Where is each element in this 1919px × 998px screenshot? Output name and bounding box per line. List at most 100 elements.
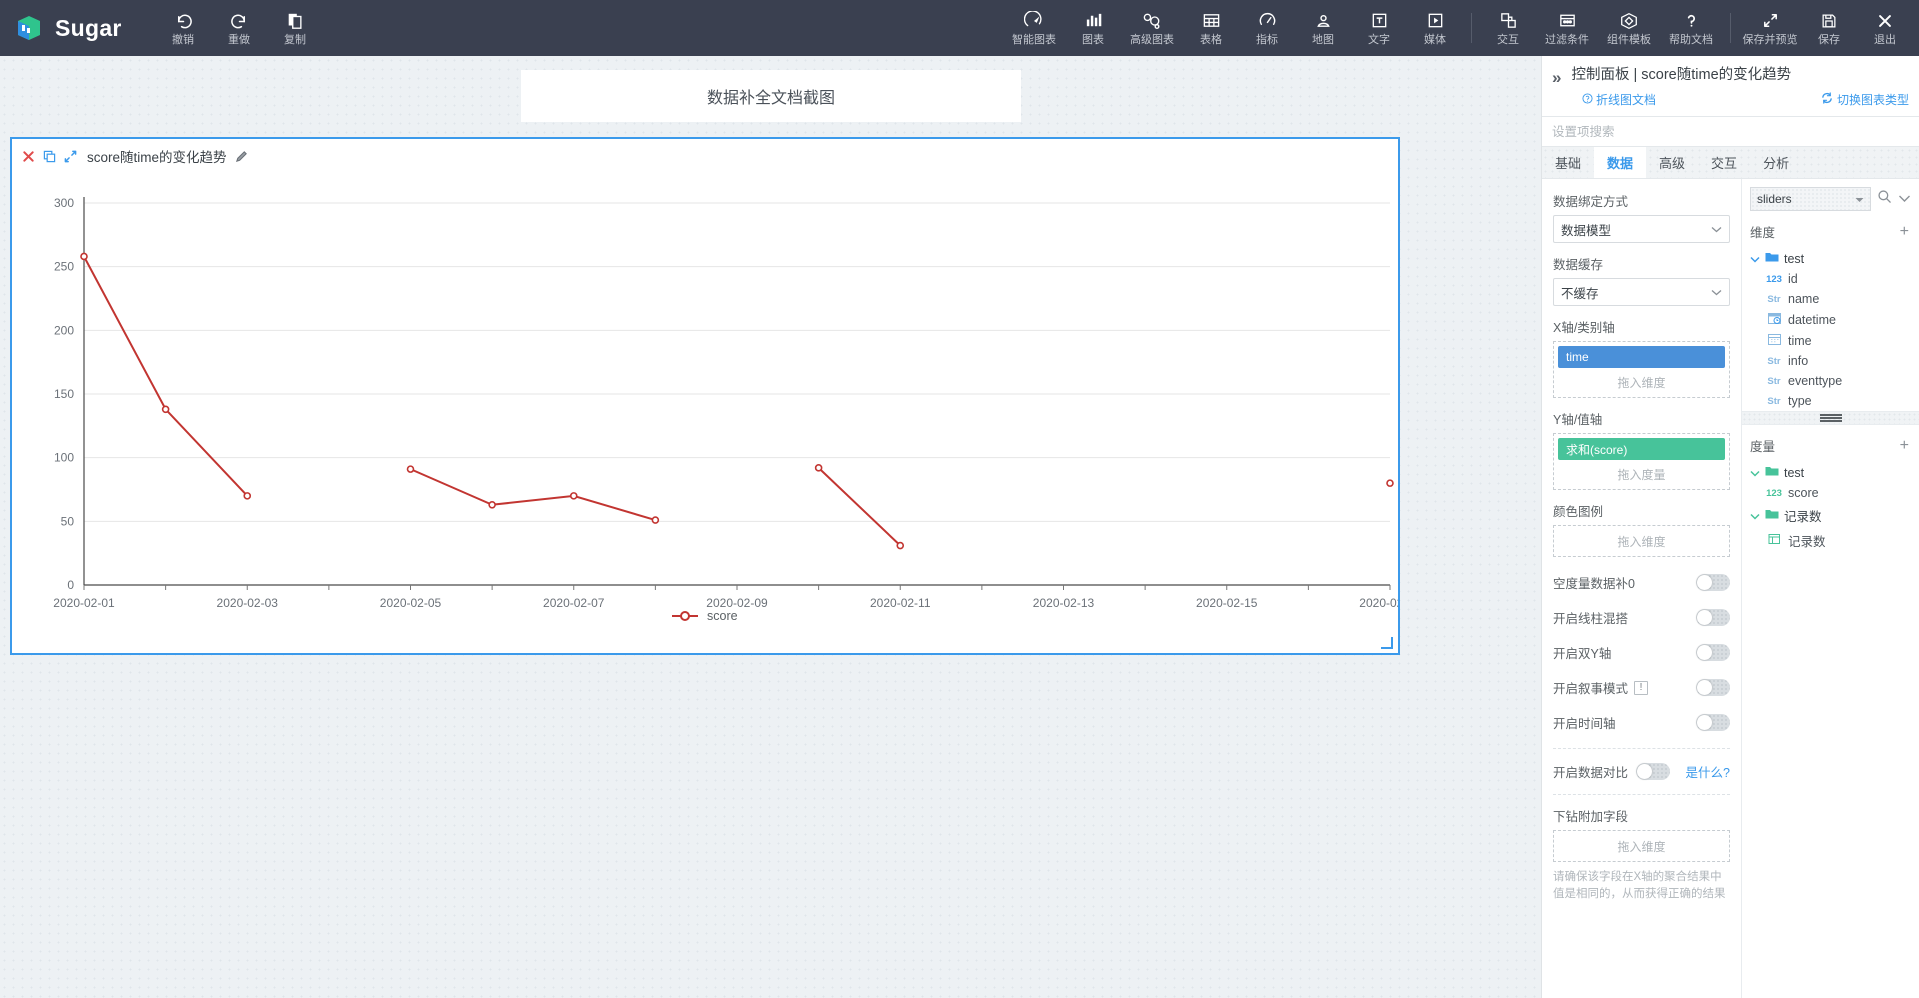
toggle-dual-yaxis[interactable]: 开启双Y轴 [1553,643,1730,662]
component-template-button[interactable]: 组件模板 [1598,0,1660,56]
table-button[interactable]: 表格 [1183,0,1239,56]
drill-field-dropzone[interactable]: 拖入维度 [1553,830,1730,862]
field-info[interactable]: Str info [1750,351,1911,371]
field-datetime[interactable]: datetime [1750,309,1911,330]
measures-tree[interactable]: test 123 score 记录数 记录数 [1742,462,1919,553]
field-type[interactable]: Str type [1750,391,1911,411]
fullscreen-icon[interactable] [64,150,77,163]
map-pin-icon [1314,10,1333,32]
settings-search[interactable] [1542,117,1919,147]
field-score[interactable]: 123 score [1750,483,1911,503]
dashboard-canvas[interactable]: 数据补全文档截图 score随time的变化趋势 0 50 100 150 20… [0,56,1541,998]
field-id[interactable]: 123 id [1750,269,1911,289]
right-tools: 帮助文档 保存并预览 保存 退出 [1660,0,1913,56]
delete-icon[interactable] [22,150,35,163]
chart-widget[interactable]: score随time的变化趋势 0 50 100 150 200 250 300 2020-0… [10,137,1421,655]
tree-folder-test-dim[interactable]: test [1750,248,1911,269]
chart-button[interactable]: 图表 [1065,0,1121,56]
undo-icon [174,10,193,32]
warning-icon[interactable]: ! [1634,680,1649,695]
toggle-line-bar-mix[interactable]: 开启线柱混搭 [1553,608,1730,627]
dimensions-tree[interactable]: test 123 id Str name datetime time Str i… [1742,248,1919,411]
widget-resize-handle[interactable] [1381,637,1393,649]
toggle-fill-zero[interactable]: 空度量数据补0 [1553,573,1730,592]
toggle-data-compare-switch[interactable] [1636,763,1671,780]
save-preview-button[interactable]: 保存并预览 [1739,0,1801,56]
undo-button[interactable]: 撤销 [155,0,211,56]
toggle-dual-yaxis-switch[interactable] [1696,644,1730,661]
fields-splitter[interactable] [1742,411,1919,425]
toggle-timeline[interactable]: 开启时间轴 [1553,713,1730,732]
chart-doc-link[interactable]: 折线图文档 [1582,91,1656,108]
copy-button[interactable]: 复制 [267,0,323,56]
field-record-count[interactable]: 记录数 [1750,528,1911,553]
color-legend-dropzone[interactable]: 拖入维度 [1553,525,1730,557]
datetime-type-icon [1766,312,1782,327]
data-compare-help-link[interactable]: 是什么? [1686,762,1730,781]
brand: Sugar [14,13,155,43]
tab-basic[interactable]: 基础 [1542,147,1594,178]
doc-title-text: 数据补全文档截图 [706,90,835,107]
xaxis-dropzone[interactable]: time 拖入维度 [1553,341,1730,398]
field-label: time [1788,333,1812,348]
panel-tabs: 基础 数据 高级 交互 分析 [1542,147,1919,179]
doc-title-widget[interactable]: 数据补全文档截图 [521,70,1021,122]
field-name[interactable]: Str name [1750,289,1911,309]
panel-header: » 控制面板 | score随time的变化趋势 折线图文档 切换图表类型 [1542,56,1919,117]
chevron-down-icon[interactable] [1898,190,1911,208]
toggle-data-compare[interactable]: 开启数据对比 是什么? [1553,762,1730,781]
undo-label: 撤销 [172,33,194,46]
toggle-timeline-switch[interactable] [1696,714,1730,731]
cache-select[interactable]: 不缓存 [1553,278,1730,306]
toggle-line-bar-mix-switch[interactable] [1696,609,1730,626]
tree-folder-test-measure[interactable]: test [1750,462,1911,483]
save-button[interactable]: 保存 [1801,0,1857,56]
filter-button[interactable]: 过滤条件 [1536,0,1598,56]
redo-button[interactable]: 重做 [211,0,267,56]
metric-button[interactable]: 指标 [1239,0,1295,56]
edit-pencil-icon[interactable] [235,150,248,163]
field-eventtype[interactable]: Str eventtype [1750,371,1911,391]
tab-interaction[interactable]: 交互 [1698,147,1750,178]
search-icon[interactable] [1877,189,1892,209]
tree-folder-record-count[interactable]: 记录数 [1750,503,1911,528]
smart-chart-button[interactable]: 智能图表 [1003,0,1065,56]
map-button[interactable]: 地图 [1295,0,1351,56]
yaxis-dropzone[interactable]: 求和(score) 拖入度量 [1553,433,1730,490]
field-time[interactable]: time [1750,330,1911,351]
chart-legend[interactable]: score [672,609,738,623]
binding-label: 数据绑定方式 [1553,195,1629,209]
help-doc-button[interactable]: 帮助文档 [1660,0,1722,56]
svg-text:2020-02-07: 2020-02-07 [543,596,605,610]
duplicate-icon[interactable] [43,150,56,163]
add-measure-icon[interactable]: + [1900,437,1909,453]
text-icon [1370,10,1389,32]
settings-column[interactable]: 数据绑定方式 数据模型 数据缓存 不缓存 X轴/类别轴 time 拖入维度 Y轴… [1542,179,1742,998]
svg-text:50: 50 [61,514,75,528]
interaction-button[interactable]: 交互 [1480,0,1536,56]
xaxis-field-pill[interactable]: time [1558,346,1725,368]
panel-body: 数据绑定方式 数据模型 数据缓存 不缓存 X轴/类别轴 time 拖入维度 Y轴… [1542,179,1919,998]
string-type-icon: Str [1767,293,1781,305]
filter-label: 过滤条件 [1545,33,1589,46]
tab-data[interactable]: 数据 [1594,147,1647,178]
settings-search-input[interactable] [1552,124,1901,139]
toggle-narrative-mode-switch[interactable] [1696,679,1730,696]
binding-select[interactable]: 数据模型 [1553,215,1730,243]
collapse-panel-icon[interactable]: » [1552,68,1562,88]
toggle-fill-zero-switch[interactable] [1696,574,1730,591]
tab-advanced[interactable]: 高级 [1646,147,1698,178]
data-model-select[interactable]: sliders [1750,187,1871,211]
toggle-narrative-mode[interactable]: 开启叙事模式 ! [1553,678,1730,697]
text-button[interactable]: 文字 [1351,0,1407,56]
line-chart[interactable]: 0 50 100 150 200 250 300 2020-02-01 2020-02-03 20… [12,167,1421,649]
yaxis-field-pill[interactable]: 求和(score) [1558,438,1725,460]
settings-divider-2 [1553,794,1730,795]
exit-button[interactable]: 退出 [1857,0,1913,56]
tab-analysis[interactable]: 分析 [1750,147,1802,178]
media-button[interactable]: 媒体 [1407,0,1463,56]
add-dimension-icon[interactable]: + [1900,223,1909,239]
number-type-icon: 123 [1766,273,1782,285]
advanced-chart-button[interactable]: 高级图表 [1121,0,1183,56]
switch-chart-type-button[interactable]: 切换图表类型 [1821,91,1909,108]
